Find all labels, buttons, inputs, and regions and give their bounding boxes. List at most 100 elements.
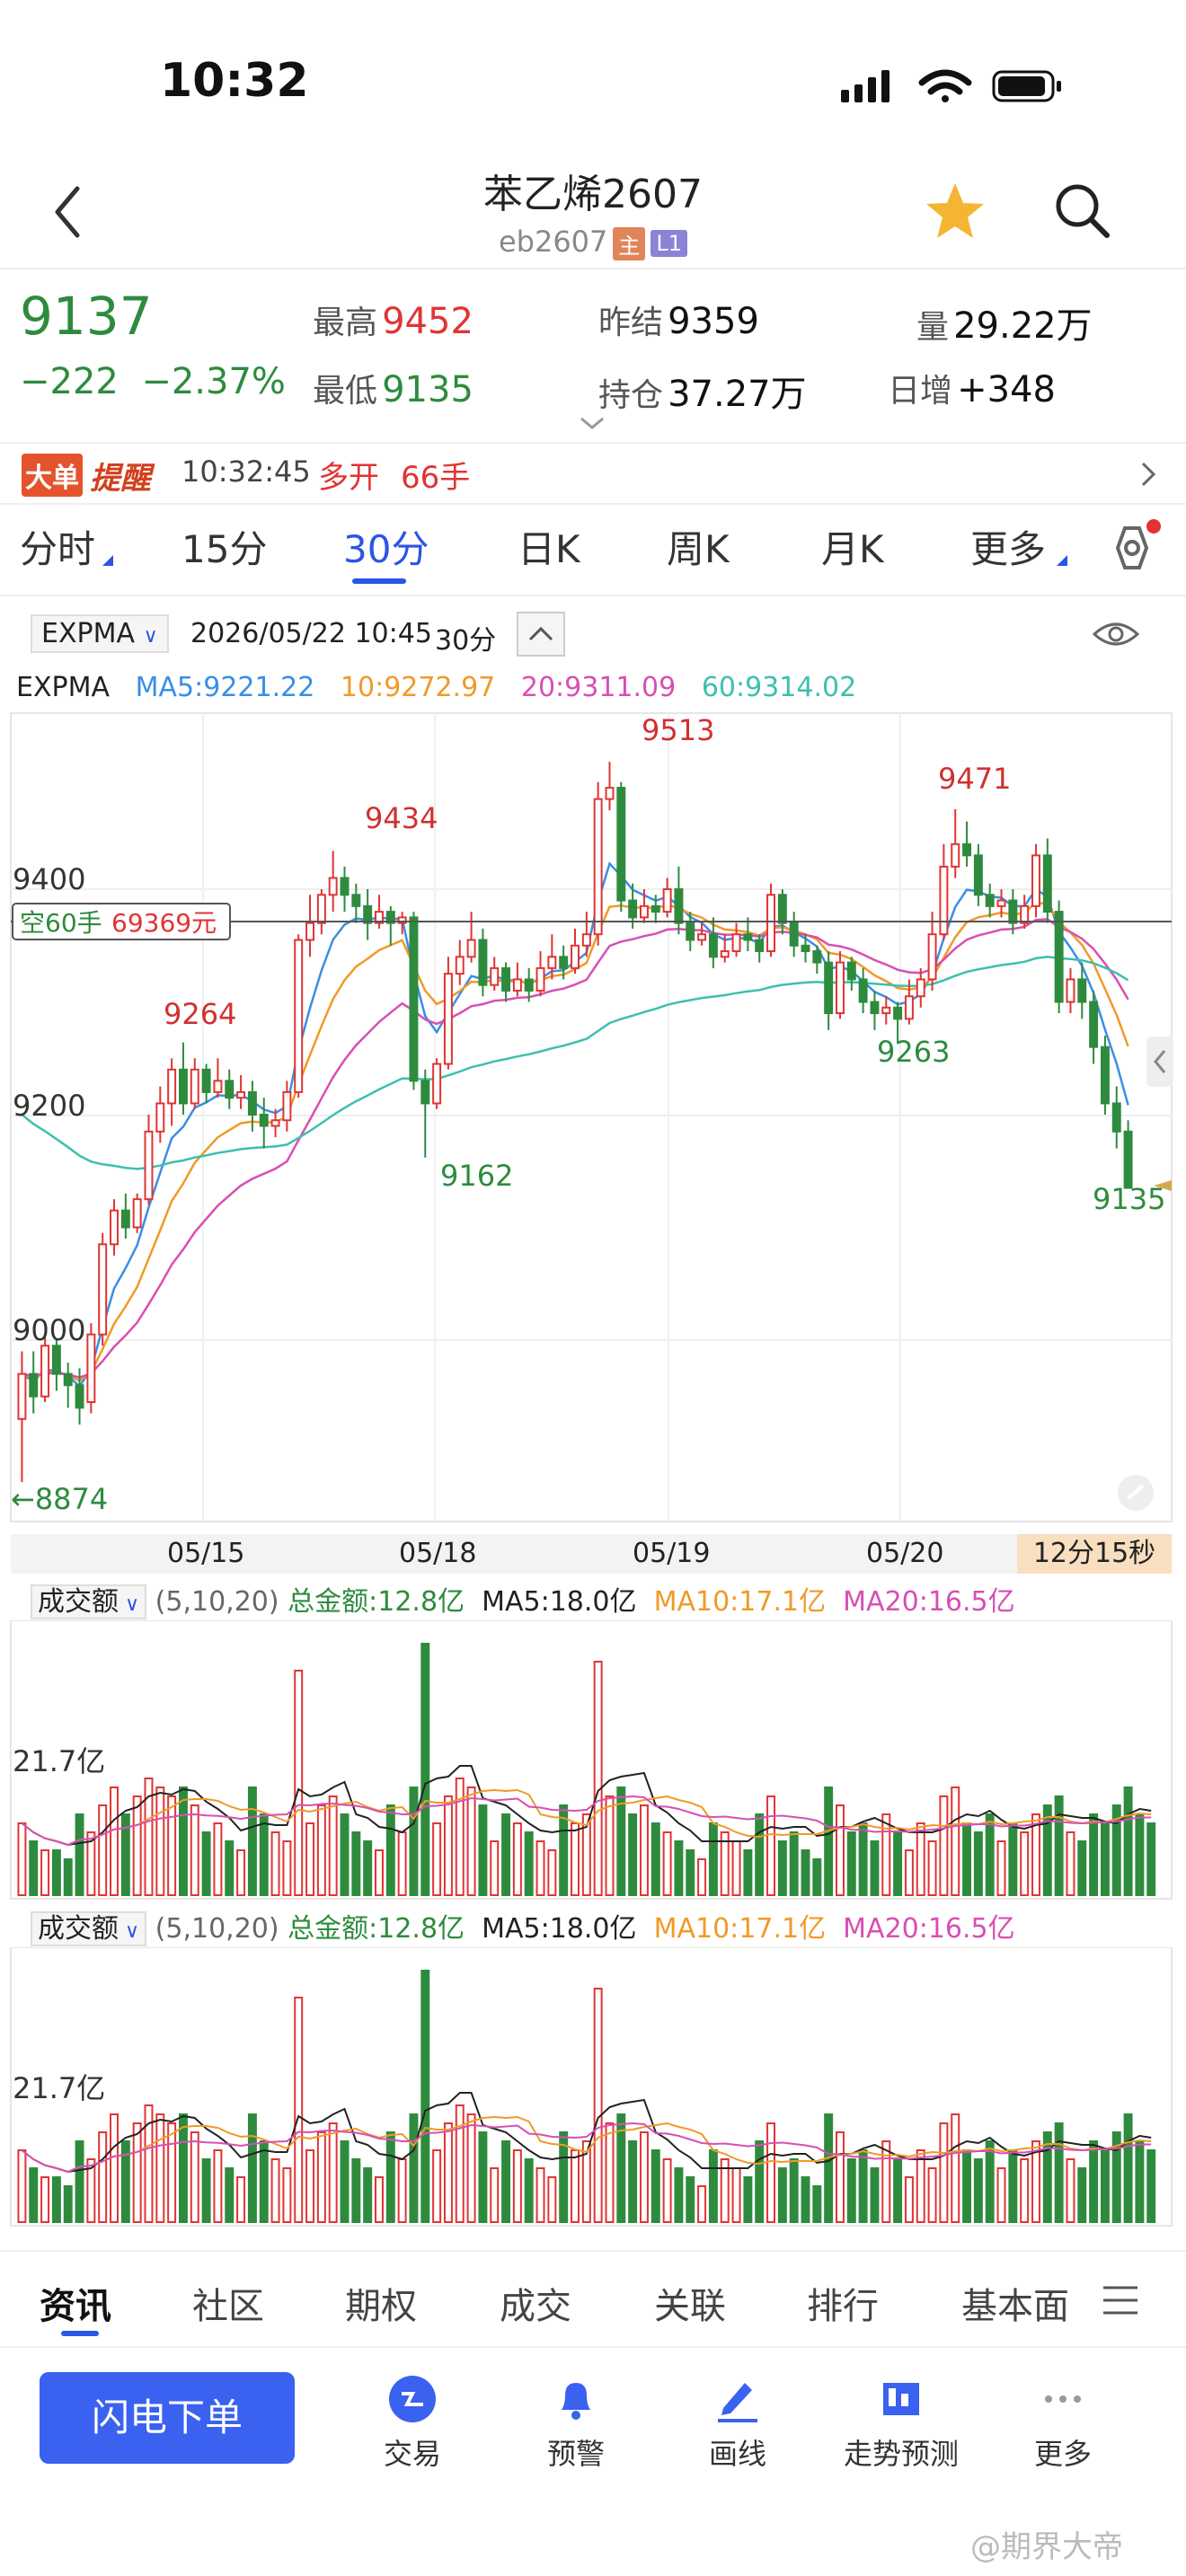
content-tab-underline xyxy=(61,2331,99,2336)
quick-order-button[interactable]: 闪电下单 xyxy=(40,2372,295,2464)
open-interest-value: 37.27万 xyxy=(668,374,807,415)
candle xyxy=(605,762,615,811)
alert-time: 10:32:45 xyxy=(181,454,311,489)
indicator-select[interactable]: EXPMA ∨ xyxy=(31,614,169,653)
tab-more[interactable]: 更多 xyxy=(970,519,1046,574)
volume-legend-1: 成交额 ∨ (5,10,20) 总金额:12.8亿 MA5:18.0亿 MA10… xyxy=(31,1579,1181,1620)
expand-chevron-icon[interactable] xyxy=(579,415,606,431)
volume-bar xyxy=(1077,2167,1087,2223)
tab-intraday-corner-icon xyxy=(102,555,113,566)
axis-9400: 9400 xyxy=(13,862,85,896)
ma5-value: MA5:9221.22 xyxy=(135,672,315,703)
volume-bar xyxy=(824,1786,834,1896)
candle xyxy=(616,781,626,913)
candle xyxy=(455,940,465,985)
alert-more-chevron-icon[interactable] xyxy=(1139,460,1157,489)
tab-trades[interactable]: 成交 xyxy=(500,2277,571,2329)
volume-bar xyxy=(63,2185,73,2223)
collapse-up-icon[interactable] xyxy=(516,611,566,657)
status-icons xyxy=(841,69,1061,102)
candle xyxy=(1100,1036,1110,1115)
volume-bar xyxy=(385,2131,395,2223)
volume-bar xyxy=(1077,1840,1087,1896)
volume-bar xyxy=(605,1795,615,1896)
volume-bar xyxy=(881,2140,891,2223)
ma-legend: EXPMA MA5:9221.22 10:9272.97 20:9311.09 … xyxy=(16,672,857,703)
nav-more[interactable]: 更多 xyxy=(996,2367,1130,2473)
tab-news[interactable]: 资讯 xyxy=(40,2277,111,2329)
active-tab-underline xyxy=(352,578,406,584)
volume-bar xyxy=(466,2113,476,2223)
volume-bar xyxy=(870,2167,880,2223)
chart-settings-icon[interactable] xyxy=(1098,517,1179,580)
volume-bar xyxy=(409,2113,419,2223)
tab-fundamentals[interactable]: 基本面 xyxy=(961,2277,1078,2329)
tab-daily[interactable]: 日K xyxy=(518,519,580,574)
candle xyxy=(962,821,972,867)
volume-bar xyxy=(98,1804,108,1896)
tab-monthly[interactable]: 月K xyxy=(821,519,884,574)
volume-bar xyxy=(651,1822,660,1896)
favorite-star-icon[interactable] xyxy=(924,180,987,243)
tab-ranking[interactable]: 排行 xyxy=(807,2277,879,2329)
tab-intraday[interactable]: 分时 xyxy=(20,519,95,574)
visibility-eye-icon[interactable] xyxy=(1091,616,1141,652)
volume-bar xyxy=(996,1840,1006,1896)
tabs-menu-icon[interactable] xyxy=(1100,2282,1141,2318)
candle xyxy=(17,1351,27,1483)
tab-15min[interactable]: 15分 xyxy=(181,519,267,574)
volume-bar xyxy=(686,2176,695,2223)
candlestick-chart[interactable]: 9400 9200 9000 空60手 69369元 9264 9434 951… xyxy=(0,710,1186,1529)
volume-bar xyxy=(916,2149,925,2223)
volume-bar xyxy=(432,2149,442,2223)
candle xyxy=(535,951,545,997)
volume-bar xyxy=(478,2131,488,2223)
candle xyxy=(259,1098,269,1149)
volume-bar xyxy=(75,1813,84,1896)
nav-trend-forecast[interactable]: 走势预测 xyxy=(834,2367,969,2473)
tab-community[interactable]: 社区 xyxy=(192,2277,264,2329)
volume-bar xyxy=(674,2167,684,2223)
volume-bar xyxy=(812,1858,822,1896)
volume-bar xyxy=(51,2176,61,2223)
volume-bar xyxy=(743,2176,753,2223)
candle xyxy=(63,1363,73,1408)
volume-bar xyxy=(996,2167,1006,2223)
volume-bar xyxy=(708,1822,718,1896)
tab-options[interactable]: 期权 xyxy=(345,2277,417,2329)
watermark: @期界大帝 xyxy=(970,2529,1123,2565)
volume-bar xyxy=(259,1813,269,1896)
volume-bar xyxy=(409,1786,419,1896)
volume-bar xyxy=(385,1804,395,1896)
volume-indicator-select-2[interactable]: 成交额 ∨ xyxy=(31,1911,147,1946)
candle xyxy=(247,1081,257,1132)
candle xyxy=(846,957,856,991)
candle xyxy=(305,895,315,957)
low-stat: 最低 9135 xyxy=(313,369,474,410)
volume-indicator-select-1[interactable]: 成交额 ∨ xyxy=(31,1584,147,1619)
candle xyxy=(1042,838,1052,923)
volume-bar xyxy=(512,2149,522,2223)
volume-bar xyxy=(397,1831,407,1896)
volume-chart-2[interactable]: 21.7亿 xyxy=(0,1947,1186,2231)
candle xyxy=(86,1323,96,1414)
nav-draw[interactable]: 画线 xyxy=(670,2367,805,2473)
volume-bar xyxy=(524,2158,534,2223)
volume-bar xyxy=(190,2131,199,2223)
axis-9000: 9000 xyxy=(13,1313,85,1347)
volume-chart-1[interactable]: 21.7亿 xyxy=(0,1620,1186,1904)
tab-30min[interactable]: 30分 xyxy=(343,519,429,574)
search-icon[interactable] xyxy=(1051,180,1114,243)
tab-weekly[interactable]: 周K xyxy=(667,519,730,574)
candle xyxy=(1111,1086,1121,1149)
indicator-dropdown-icon: ∨ xyxy=(143,625,158,648)
candle xyxy=(225,1069,235,1109)
volume-bar xyxy=(1123,2113,1133,2223)
volume-bar xyxy=(501,2140,511,2223)
nav-alert[interactable]: 预警 xyxy=(509,2367,643,2473)
volume-bar xyxy=(63,1858,73,1896)
volume-bar xyxy=(777,1840,787,1896)
tab-related[interactable]: 关联 xyxy=(654,2277,726,2329)
nav-trade[interactable]: 交易 xyxy=(345,2367,480,2473)
axis-9200: 9200 xyxy=(13,1089,85,1123)
